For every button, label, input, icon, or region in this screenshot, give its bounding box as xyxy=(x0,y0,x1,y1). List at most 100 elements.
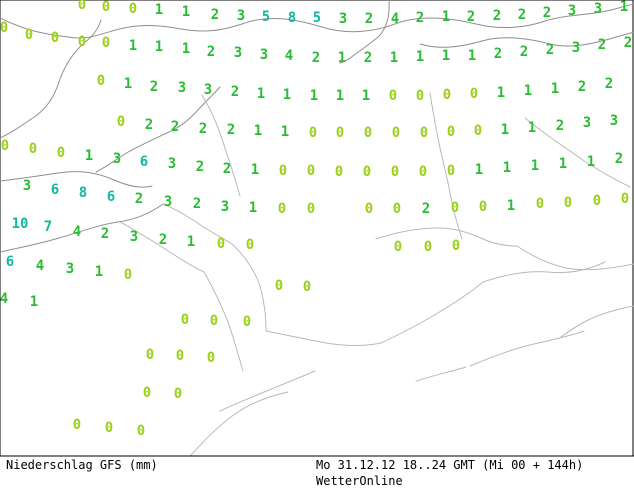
precip-value-label: 2 xyxy=(196,159,204,175)
precip-value-label: 0 xyxy=(176,348,184,364)
precip-value-label: 0 xyxy=(78,0,86,13)
precip-value-label: 5 xyxy=(262,9,270,25)
precip-value-label: 3 xyxy=(130,229,138,245)
precip-value-label: 2 xyxy=(493,8,501,24)
precip-value-label: 3 xyxy=(583,115,591,131)
precip-value-label: 7 xyxy=(44,219,52,235)
precip-value-label: 0 xyxy=(416,88,424,104)
precip-value-label: 2 xyxy=(193,196,201,212)
precip-value-label: 1 xyxy=(310,88,318,104)
precip-value-label: 0 xyxy=(210,313,218,329)
precip-value-label: 3 xyxy=(204,82,212,98)
precip-value-label: 2 xyxy=(416,10,424,26)
precip-value-label: 1 xyxy=(362,88,370,104)
precip-value-label: 0 xyxy=(1,138,9,154)
precip-value-label: 0 xyxy=(470,86,478,102)
precip-value-label: 4 xyxy=(0,291,8,307)
precip-value-label: 6 xyxy=(140,154,148,170)
precip-value-label: 1 xyxy=(475,162,483,178)
precip-value-label: 2 xyxy=(518,7,526,23)
precip-value-label: 0 xyxy=(303,279,311,295)
precip-value-label: 2 xyxy=(556,118,564,134)
precip-value-label: 3 xyxy=(23,178,31,194)
precip-value-label: 1 xyxy=(254,123,262,139)
precip-value-label: 0 xyxy=(389,88,397,104)
precip-value-label: 1 xyxy=(528,120,536,136)
precip-value-label: 0 xyxy=(0,20,8,36)
precip-value-label: 0 xyxy=(392,125,400,141)
precip-value-label: 0 xyxy=(536,196,544,212)
precip-value-label: 1 xyxy=(249,200,257,216)
precip-value-label: 0 xyxy=(105,420,113,436)
precip-value-label: 1 xyxy=(281,124,289,140)
precip-value-label: 0 xyxy=(207,350,215,366)
precip-value-label: 1 xyxy=(507,198,515,214)
precip-value-label: 1 xyxy=(129,38,137,54)
precip-value-label: 1 xyxy=(497,85,505,101)
border-czech-austria xyxy=(482,261,606,283)
precip-value-label: 0 xyxy=(365,201,373,217)
precip-value-label: 2 xyxy=(150,79,158,95)
precipitation-values: 0 0 0 0 0 1 1 1 2 3 3 4 2 1 2 1 1 1 1 2 2 2 3 2 2 0 0 0 1 1 2 3 5 8 5 3 2 4 2 1… xyxy=(0,0,632,439)
precip-value-label: 2 xyxy=(231,84,239,100)
precip-value-label: 2 xyxy=(422,201,430,217)
precip-value-label: 0 xyxy=(243,314,251,330)
precip-value-label: 2 xyxy=(227,122,235,138)
precip-value-label: 1 xyxy=(182,4,190,20)
precip-value-label: 2 xyxy=(467,9,475,25)
precip-value-label: 1 xyxy=(390,50,398,66)
precip-value-label: 3 xyxy=(237,8,245,24)
precip-value-label: 2 xyxy=(615,151,623,167)
precip-value-label: 1 xyxy=(620,0,628,15)
precip-value-label: 0 xyxy=(57,145,65,161)
precip-value-label: 1 xyxy=(30,294,38,310)
precip-value-label: 1 xyxy=(124,76,132,92)
border-germany-austria xyxy=(380,281,484,344)
precip-value-label: 0 xyxy=(117,114,125,130)
precip-value-label: 10 xyxy=(12,216,29,232)
precip-value-label: 0 xyxy=(479,199,487,215)
precip-value-label: 2 xyxy=(364,50,372,66)
precip-value-label: 3 xyxy=(260,47,268,63)
precip-value-label: 0 xyxy=(621,191,629,207)
precip-value-label: 0 xyxy=(564,195,572,211)
precip-value-label: 2 xyxy=(365,11,373,27)
precip-value-label: 1 xyxy=(524,83,532,99)
precip-value-label: 1 xyxy=(95,264,103,280)
precip-value-label: 0 xyxy=(391,164,399,180)
precip-value-label: 2 xyxy=(135,191,143,207)
precip-value-label: 2 xyxy=(101,226,109,242)
precip-value-label: 1 xyxy=(442,48,450,64)
precip-value-label: 2 xyxy=(171,119,179,135)
precip-value-label: 1 xyxy=(501,122,509,138)
precip-value-label: 5 xyxy=(313,10,321,26)
precip-value-label: 0 xyxy=(474,123,482,139)
precip-value-label: 3 xyxy=(168,156,176,172)
precip-value-label: 0 xyxy=(124,267,132,283)
map-frame xyxy=(0,0,634,457)
precip-value-label: 3 xyxy=(178,80,186,96)
precip-value-label: 0 xyxy=(129,1,137,17)
precip-value-label: 0 xyxy=(452,238,460,254)
precip-value-label: 0 xyxy=(394,239,402,255)
precip-value-label: 2 xyxy=(211,7,219,23)
precip-value-label: 1 xyxy=(442,9,450,25)
precip-value-label: 1 xyxy=(251,162,259,178)
precip-value-label: 2 xyxy=(223,161,231,177)
precip-value-label: 6 xyxy=(6,254,14,270)
precip-value-label: 2 xyxy=(605,76,613,92)
map-footer-right: Mo 31.12.12 18..24 GMT (Mi 00 + 144h) xyxy=(316,458,584,472)
precip-value-label: 0 xyxy=(143,385,151,401)
precip-value-label: 0 xyxy=(309,125,317,141)
border-germany-netherlands xyxy=(201,94,241,197)
precip-value-label: 1 xyxy=(468,48,476,64)
precip-value-label: 0 xyxy=(393,201,401,217)
precip-value-label: 2 xyxy=(520,44,528,60)
precip-value-label: 3 xyxy=(66,261,74,277)
precip-value-label: 2 xyxy=(312,50,320,66)
precip-value-label: 1 xyxy=(531,158,539,174)
map-footer-left: Niederschlag GFS (mm) xyxy=(6,458,158,472)
precip-value-label: 2 xyxy=(578,79,586,95)
precip-value-label: 2 xyxy=(494,46,502,62)
precip-value-label: 1 xyxy=(416,49,424,65)
